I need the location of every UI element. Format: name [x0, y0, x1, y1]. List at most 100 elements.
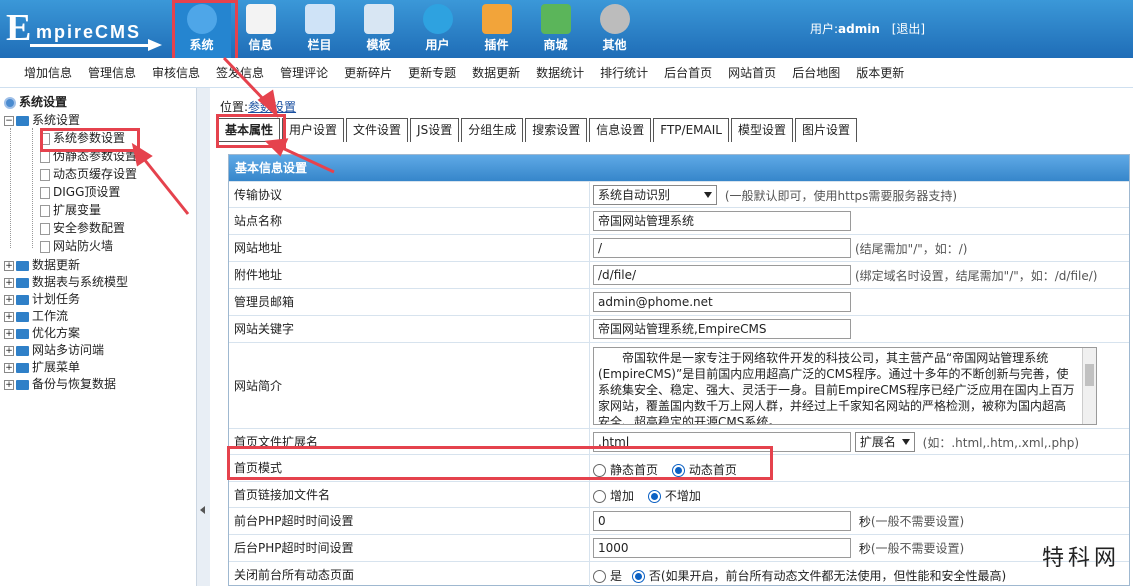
nav-item-2[interactable]: 栏目 [290, 0, 349, 58]
quick-menu-item[interactable]: 网站首页 [728, 58, 776, 87]
nav-item-3[interactable]: 模板 [349, 0, 408, 58]
quick-menu-item[interactable]: 数据统计 [536, 58, 584, 87]
user-name: admin [838, 22, 880, 36]
tab-8[interactable]: 模型设置 [730, 118, 793, 142]
close-dynamic-no-radio[interactable] [631, 570, 645, 583]
chevron-down-icon [901, 439, 910, 445]
sidebar-item-3[interactable]: DIGG顶设置 [40, 184, 120, 201]
tab-2[interactable]: 文件设置 [346, 118, 409, 142]
ext-select[interactable]: 扩展名 [854, 432, 915, 452]
sitename-input[interactable]: 帝国网站管理系统 [593, 211, 851, 231]
nav-item-5[interactable]: 插件 [467, 0, 526, 58]
quick-menu-item[interactable]: 签发信息 [216, 58, 264, 87]
sidebar-item-6[interactable]: 网站防火墙 [40, 238, 113, 255]
sidebar-splitter[interactable] [196, 88, 210, 586]
quick-menu-item[interactable]: 更新碎片 [344, 58, 392, 87]
folder-icon [16, 260, 29, 271]
front-timeout-input[interactable]: 0 [593, 511, 851, 531]
sidebar-folder-4[interactable]: + 优化方案 [4, 325, 80, 342]
protocol-select[interactable]: 系统自动识别 [593, 185, 717, 205]
quick-menu-item[interactable]: 管理评论 [280, 58, 328, 87]
tab-4[interactable]: 分组生成 [461, 118, 524, 142]
nav-item-1[interactable]: 信息 [231, 0, 290, 58]
tools-icon [481, 4, 512, 34]
sidebar-folder-label: 备份与恢复数据 [32, 377, 117, 391]
nav-label: 栏目 [307, 38, 332, 52]
close-dynamic-yes-radio[interactable] [593, 570, 606, 583]
sidebar-folder-5[interactable]: + 网站多访问端 [4, 342, 104, 359]
sidebar-folder-6[interactable]: + 扩展菜单 [4, 359, 80, 376]
tab-6[interactable]: 信息设置 [589, 118, 652, 142]
back-timeout-hint: (一般不需要设置) [870, 541, 965, 556]
logout-link[interactable]: [退出] [892, 22, 925, 36]
highlight-basic-tab [216, 114, 286, 148]
scrollbar-thumb[interactable] [1085, 364, 1094, 386]
empirecms-logo[interactable]: E mpireCMS [6, 6, 166, 51]
sidebar-folder-label: 工作流 [32, 309, 69, 323]
sidebar-item-5[interactable]: 安全参数配置 [40, 220, 125, 237]
add-filename-radio[interactable] [593, 490, 606, 503]
collapse-arrow-icon[interactable] [200, 506, 205, 514]
quick-menu-item[interactable]: 后台首页 [664, 58, 712, 87]
settings-gear-icon [4, 96, 16, 109]
row-label: 网站关键字 [234, 322, 295, 336]
tree-group-system[interactable]: − 系统设置 [4, 112, 80, 129]
keywords-input[interactable]: 帝国网站管理系统,EmpireCMS [593, 319, 851, 339]
row-label: 附件地址 [234, 268, 283, 282]
close-dynamic-yes-label: 是 [610, 569, 623, 583]
window-icon [363, 4, 394, 34]
sidebar-item-label: 扩展变量 [53, 203, 102, 217]
sidebar-folder-7[interactable]: + 备份与恢复数据 [4, 376, 116, 393]
email-input[interactable]: admin@phome.net [593, 292, 851, 312]
intro-textarea[interactable]: 帝国软件是一家专注于网络软件开发的科技公司，其主营产品“帝国网站管理系统(Emp… [593, 347, 1097, 425]
tree-line [10, 128, 11, 248]
fileurl-input[interactable]: /d/file/ [593, 265, 851, 285]
sidebar-item-2[interactable]: 动态页缓存设置 [40, 166, 137, 183]
quick-menu-item[interactable]: 增加信息 [24, 58, 72, 87]
nav-label: 其他 [602, 38, 627, 52]
sidebar-item-label: 安全参数配置 [53, 221, 126, 235]
no-filename-radio[interactable] [647, 490, 661, 503]
siteurl-input[interactable]: / [593, 238, 851, 258]
tab-1[interactable]: 用户设置 [282, 118, 345, 142]
folder-icon [304, 4, 335, 34]
quick-menu-item[interactable]: 后台地图 [792, 58, 840, 87]
quick-menu-item[interactable]: 审核信息 [152, 58, 200, 87]
settings-form: 基本信息设置 传输协议 系统自动识别 (一般默认即可，使用https需要服务器支… [228, 154, 1130, 587]
textarea-scrollbar[interactable] [1082, 348, 1096, 424]
tab-5[interactable]: 搜索设置 [525, 118, 588, 142]
quick-menu-item[interactable]: 数据更新 [472, 58, 520, 87]
nav-item-4[interactable]: 用户 [408, 0, 467, 58]
nav-item-6[interactable]: 商城 [526, 0, 585, 58]
edit-note-icon [245, 4, 276, 34]
tab-9[interactable]: 图片设置 [794, 118, 857, 142]
sidebar-folder-3[interactable]: + 工作流 [4, 308, 68, 325]
nav-label: 信息 [248, 38, 273, 52]
sidebar-folder-0[interactable]: + 数据更新 [4, 257, 80, 274]
tab-3[interactable]: JS设置 [410, 118, 460, 142]
sidebar-folder-2[interactable]: + 计划任务 [4, 291, 80, 308]
quick-menu-item[interactable]: 更新专题 [408, 58, 456, 87]
quick-menu-item[interactable]: 管理信息 [88, 58, 136, 87]
folder-icon [16, 311, 29, 322]
row-front-timeout: 前台PHP超时时间设置 0 秒(一般不需要设置) [229, 507, 1129, 534]
row-addfile: 首页链接加文件名 增加 不增加 [229, 481, 1129, 507]
quick-menu-item[interactable]: 版本更新 [856, 58, 904, 87]
back-timeout-input[interactable]: 1000 [593, 538, 851, 558]
watermark: 特科网 [1042, 546, 1121, 571]
sidebar-item-label: 动态页缓存设置 [53, 167, 138, 181]
tree-root[interactable]: 系统设置 [4, 94, 67, 111]
tree-line [32, 128, 33, 248]
quick-menu-item[interactable]: 排行统计 [600, 58, 648, 87]
breadcrumb-prefix: 位置: [220, 100, 249, 114]
tab-7[interactable]: FTP/EMAIL [653, 118, 729, 142]
sidebar-folder-1[interactable]: + 数据表与系统模型 [4, 274, 128, 291]
settings-tabs: 基本属性 用户设置 文件设置 JS设置 分组生成 搜索设置 信息设置 FTP/EMAIL 模型设… [218, 118, 859, 142]
row-label: 管理员邮箱 [234, 295, 295, 309]
folder-icon [16, 345, 29, 356]
breadcrumb-link[interactable]: 参数设置 [248, 100, 296, 114]
sidebar-item-4[interactable]: 扩展变量 [40, 202, 101, 219]
nav-item-7[interactable]: 其他 [585, 0, 644, 58]
row-label: 站点名称 [234, 214, 283, 228]
protocol-select-value: 系统自动识别 [598, 188, 671, 202]
